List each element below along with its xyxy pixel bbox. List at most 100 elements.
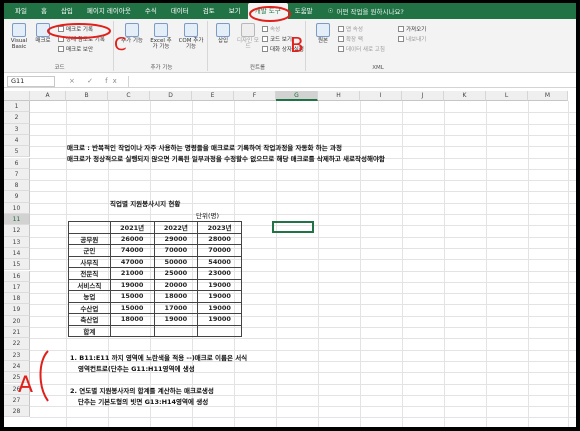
table-title[interactable]: 직업별 지원봉사시지 현황 — [110, 199, 180, 209]
macro-security-button[interactable]: 매크로 보안 — [58, 45, 93, 53]
view-code-button[interactable]: 코드 보기 — [262, 35, 292, 43]
row-header-5[interactable]: 5 — [4, 146, 30, 158]
cell-b24[interactable]: 영역컨트로(단추는 G11:H11영역에 생성 — [78, 364, 195, 374]
table-cell[interactable]: 25000 — [153, 267, 199, 280]
table-row[interactable]: 2021년 2022년 2023년 — [68, 221, 242, 234]
table-cell[interactable] — [109, 324, 155, 337]
column-header-g[interactable]: G — [276, 91, 318, 101]
table-cell[interactable]: 군인 — [68, 244, 111, 257]
row-header-16[interactable]: 16 — [4, 270, 30, 282]
column-header-k[interactable]: K — [444, 91, 486, 101]
row-header-28[interactable]: 28 — [4, 406, 30, 418]
row-header-17[interactable]: 17 — [4, 281, 30, 294]
table-cell[interactable]: 합계 — [68, 324, 111, 337]
tab-review[interactable]: 검토 — [196, 3, 222, 19]
table-cell[interactable]: 농업 — [68, 290, 111, 303]
row-header-26[interactable]: 26 — [4, 383, 30, 395]
formula-buttons[interactable]: × ✓ fx — [69, 77, 122, 85]
xml-export-button[interactable]: 내보내기 — [398, 35, 426, 43]
insert-control-button[interactable]: 삽입 — [212, 23, 234, 44]
volunteer-table[interactable]: 2021년 2022년 2023년 공무원 26000 29000 28000 군인 74000… — [68, 221, 242, 337]
tab-help[interactable]: 도움말 — [288, 3, 320, 19]
name-box[interactable]: G11 — [7, 75, 55, 87]
row-header-24[interactable]: 24 — [4, 360, 30, 373]
row-header-6[interactable]: 6 — [4, 157, 30, 169]
row-header-8[interactable]: 8 — [4, 180, 30, 192]
table-cell[interactable] — [68, 221, 111, 234]
relative-ref-button[interactable]: 상대 참조로 기록 — [58, 35, 105, 43]
cell-b5[interactable]: 매크로가 정상적으로 실행되지 않으면 기록된 일부과정을 수정할수 없으므로 … — [67, 154, 385, 164]
worksheet-grid[interactable]: A B C D E F G H I J K L M 1 2 3 4 5 6 7 8 9 10 11 12 13 14 15 16 17 18… — [4, 91, 576, 427]
row-header-21[interactable]: 21 — [4, 327, 30, 339]
table-cell[interactable]: 74000 — [109, 244, 155, 257]
table-cell[interactable] — [153, 324, 199, 337]
table-cell[interactable]: 20000 — [153, 278, 199, 291]
expansion-packs-button[interactable]: 확장 팩 — [338, 35, 363, 43]
cell-b23[interactable]: 1. B11:E11 까지 영역에 노란색을 적용 --)매크로 이름은 서식 — [70, 353, 247, 363]
xml-source-button[interactable]: 원본 — [312, 23, 334, 44]
table-row[interactable]: 합계 — [68, 324, 242, 337]
table-row[interactable]: 수산업 15000 17000 19000 — [68, 301, 242, 314]
tab-data[interactable]: 데이터 — [164, 3, 196, 19]
unit-label[interactable]: 단위(명) — [196, 211, 219, 221]
table-cell[interactable]: 70000 — [153, 244, 199, 257]
row-header-10[interactable]: 10 — [4, 202, 30, 214]
record-macro-button[interactable]: 매크로 기록 — [58, 25, 93, 33]
table-cell[interactable]: 서비스직 — [68, 278, 111, 291]
row-header-1[interactable]: 1 — [4, 101, 30, 113]
table-row[interactable]: 사무직 47000 50000 54000 — [68, 255, 242, 268]
row-header-7[interactable]: 7 — [4, 168, 30, 181]
table-cell[interactable]: 19000 — [197, 290, 242, 303]
table-cell[interactable]: 19000 — [197, 301, 242, 314]
table-cell[interactable]: 사무직 — [68, 255, 111, 268]
table-cell[interactable]: 26000 — [109, 232, 155, 245]
table-cell[interactable]: 15000 — [109, 301, 155, 314]
row-header-11[interactable]: 11 — [4, 214, 30, 226]
column-header-a[interactable]: A — [30, 91, 66, 101]
table-row[interactable]: 전문직 21000 25000 23000 — [68, 267, 242, 280]
select-all-corner[interactable] — [4, 91, 30, 101]
table-cell[interactable]: 29000 — [153, 232, 199, 245]
tab-view[interactable]: 보기 — [222, 3, 248, 19]
row-header-12[interactable]: 12 — [4, 225, 30, 237]
table-row[interactable]: 축산업 18000 19000 19000 — [68, 313, 242, 326]
column-header-c[interactable]: C — [108, 91, 150, 101]
row-header-2[interactable]: 2 — [4, 112, 30, 124]
table-cell[interactable]: 2022년 — [153, 221, 199, 234]
table-cell[interactable]: 축산업 — [68, 313, 111, 326]
table-cell[interactable]: 19000 — [109, 278, 155, 291]
row-header-20[interactable]: 20 — [4, 315, 30, 327]
table-cell[interactable]: 21000 — [109, 267, 155, 280]
table-cell[interactable]: 전문직 — [68, 267, 111, 280]
table-row[interactable]: 군인 74000 70000 70000 — [68, 244, 242, 257]
table-cell[interactable]: 공무원 — [68, 232, 111, 245]
table-cell[interactable]: 19000 — [197, 313, 242, 326]
refresh-data-button[interactable]: 데이터 새로 고침 — [338, 45, 385, 53]
table-cell[interactable]: 17000 — [153, 301, 199, 314]
tab-file[interactable]: 파일 — [8, 3, 34, 19]
tab-developer[interactable]: 개발 도구 — [247, 3, 288, 19]
table-cell[interactable] — [197, 324, 242, 337]
row-header-14[interactable]: 14 — [4, 247, 30, 260]
cell-b27[interactable]: 단추는 기본도형의 빗면 G13:H14영역에 생성 — [78, 397, 208, 407]
row-header-22[interactable]: 22 — [4, 338, 30, 350]
selected-cell-g11[interactable] — [272, 221, 314, 233]
table-cell[interactable]: 15000 — [109, 290, 155, 303]
column-header-e[interactable]: E — [192, 91, 234, 101]
tab-formulas[interactable]: 수식 — [138, 3, 164, 19]
table-row[interactable]: 서비스직 19000 20000 19000 — [68, 278, 242, 291]
table-cell[interactable]: 19000 — [197, 278, 242, 291]
column-header-d[interactable]: D — [150, 91, 192, 101]
row-header-13[interactable]: 13 — [4, 236, 30, 248]
addins-button[interactable]: 추가 기능 — [120, 23, 144, 44]
row-header-25[interactable]: 25 — [4, 372, 30, 384]
row-header-18[interactable]: 18 — [4, 293, 30, 305]
table-cell[interactable]: 50000 — [153, 255, 199, 268]
table-cell[interactable]: 18000 — [153, 290, 199, 303]
cell-b26[interactable]: 2. 연도별 지원봉사자의 합계를 계산하는 매크로생성 — [70, 386, 214, 396]
column-header-b[interactable]: B — [66, 91, 108, 101]
tab-insert[interactable]: 삽입 — [54, 3, 80, 19]
tell-me-search[interactable]: ☉ 어떤 작업을 원하시나요? — [328, 6, 404, 16]
tab-home[interactable]: 홈 — [34, 3, 54, 19]
column-header-l[interactable]: L — [486, 91, 528, 101]
